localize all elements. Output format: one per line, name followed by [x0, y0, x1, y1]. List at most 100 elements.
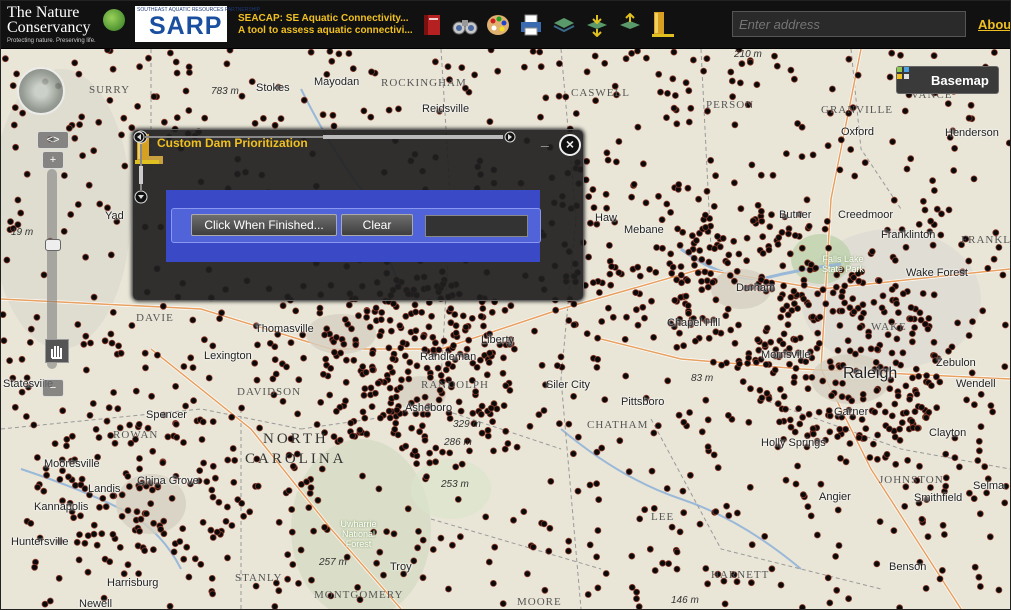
dam-point[interactable]	[745, 418, 753, 426]
dam-point[interactable]	[375, 485, 383, 493]
dam-point[interactable]	[308, 576, 315, 584]
dam-point[interactable]	[999, 271, 1007, 279]
dam-point[interactable]	[896, 425, 903, 433]
dam-point[interactable]	[653, 244, 660, 251]
dam-point[interactable]	[458, 64, 466, 72]
dam-point[interactable]	[337, 349, 345, 357]
dam-point[interactable]	[488, 308, 496, 316]
dam-point[interactable]	[200, 459, 208, 467]
dam-point[interactable]	[657, 88, 664, 96]
dam-point[interactable]	[623, 313, 630, 321]
dam-point[interactable]	[826, 599, 834, 607]
dam-point[interactable]	[207, 526, 215, 534]
dam-point[interactable]	[746, 483, 754, 491]
layers-up-icon[interactable]	[617, 12, 643, 38]
dam-point[interactable]	[711, 245, 718, 253]
dam-point[interactable]	[135, 570, 143, 577]
dam-point[interactable]	[101, 337, 109, 345]
dam-point[interactable]	[914, 424, 921, 432]
dam-point[interactable]	[133, 508, 141, 516]
dam-point[interactable]	[933, 404, 941, 412]
dam-point[interactable]	[81, 539, 89, 547]
dam-point[interactable]	[606, 270, 614, 278]
dam-point[interactable]	[179, 525, 187, 533]
dam-point[interactable]	[89, 400, 97, 407]
dam-point[interactable]	[632, 289, 640, 297]
dam-point[interactable]	[915, 220, 923, 228]
dam-point[interactable]	[256, 424, 264, 432]
dam-point[interactable]	[484, 426, 492, 434]
tnc-logo[interactable]: The Nature Conservancy Protecting nature…	[7, 5, 127, 45]
dam-point[interactable]	[939, 567, 946, 574]
dam-point[interactable]	[854, 71, 862, 79]
dam-point[interactable]	[684, 277, 691, 285]
dam-point[interactable]	[574, 487, 582, 495]
dam-point[interactable]	[698, 428, 706, 436]
dam-point[interactable]	[27, 519, 35, 527]
dam-point[interactable]	[794, 462, 801, 470]
dam-point[interactable]	[786, 416, 794, 424]
dam-point[interactable]	[672, 92, 679, 99]
dam-point[interactable]	[698, 256, 706, 263]
dam-point[interactable]	[209, 590, 217, 598]
dam-point[interactable]	[782, 476, 790, 484]
dam-point[interactable]	[696, 520, 704, 528]
dam-point[interactable]	[613, 158, 620, 166]
layers-down-icon[interactable]	[584, 12, 610, 38]
dam-point[interactable]	[368, 68, 375, 76]
dam-point[interactable]	[891, 256, 899, 264]
dam-point[interactable]	[674, 225, 681, 233]
dam-point[interactable]	[466, 447, 473, 455]
dam-point[interactable]	[901, 107, 909, 115]
dam-point[interactable]	[345, 50, 353, 57]
dam-point[interactable]	[226, 49, 234, 54]
dam-point[interactable]	[845, 595, 852, 603]
dam-point[interactable]	[306, 489, 314, 497]
dam-point[interactable]	[936, 575, 944, 583]
dam-point[interactable]	[907, 155, 915, 163]
dam-point[interactable]	[773, 62, 781, 70]
dam-point[interactable]	[137, 515, 145, 523]
dam-point[interactable]	[468, 314, 476, 322]
dam-point[interactable]	[342, 356, 350, 364]
dam-point[interactable]	[593, 553, 600, 561]
dam-point[interactable]	[136, 63, 144, 71]
dam-point[interactable]	[856, 324, 864, 331]
dam-point[interactable]	[731, 339, 739, 347]
dam-point[interactable]	[132, 387, 140, 395]
dam-point[interactable]	[896, 604, 903, 609]
dam-point[interactable]	[369, 366, 377, 374]
dam-point[interactable]	[712, 328, 720, 336]
dam-point[interactable]	[930, 338, 938, 346]
dam-point[interactable]	[783, 150, 790, 157]
dam-point[interactable]	[191, 555, 199, 563]
dam-point[interactable]	[658, 216, 666, 224]
dam-point[interactable]	[725, 251, 733, 259]
dam-point[interactable]	[832, 379, 839, 387]
dam-point[interactable]	[929, 241, 937, 249]
dam-point[interactable]	[547, 477, 555, 485]
dam-point[interactable]	[795, 405, 802, 413]
dam-point[interactable]	[374, 379, 382, 387]
dam-point[interactable]	[529, 49, 537, 55]
dam-point[interactable]	[791, 428, 799, 436]
dam-point[interactable]	[735, 250, 743, 258]
dam-point[interactable]	[693, 237, 700, 244]
dam-point[interactable]	[730, 237, 738, 245]
dam-point[interactable]	[861, 159, 869, 166]
dam-point[interactable]	[363, 313, 371, 321]
dam-point[interactable]	[655, 192, 662, 200]
dam-point[interactable]	[1001, 363, 1009, 371]
dam-point[interactable]	[834, 346, 842, 354]
dam-point[interactable]	[743, 257, 750, 265]
dam-point[interactable]	[817, 480, 825, 488]
dam-point[interactable]	[271, 121, 279, 129]
dam-point[interactable]	[784, 321, 792, 329]
dam-point[interactable]	[215, 498, 223, 506]
dam-point[interactable]	[892, 460, 900, 468]
dam-point[interactable]	[500, 402, 508, 410]
dam-point[interactable]	[888, 412, 896, 420]
dam-point[interactable]	[478, 402, 486, 410]
dam-point[interactable]	[635, 603, 643, 609]
dam-point[interactable]	[909, 374, 916, 382]
